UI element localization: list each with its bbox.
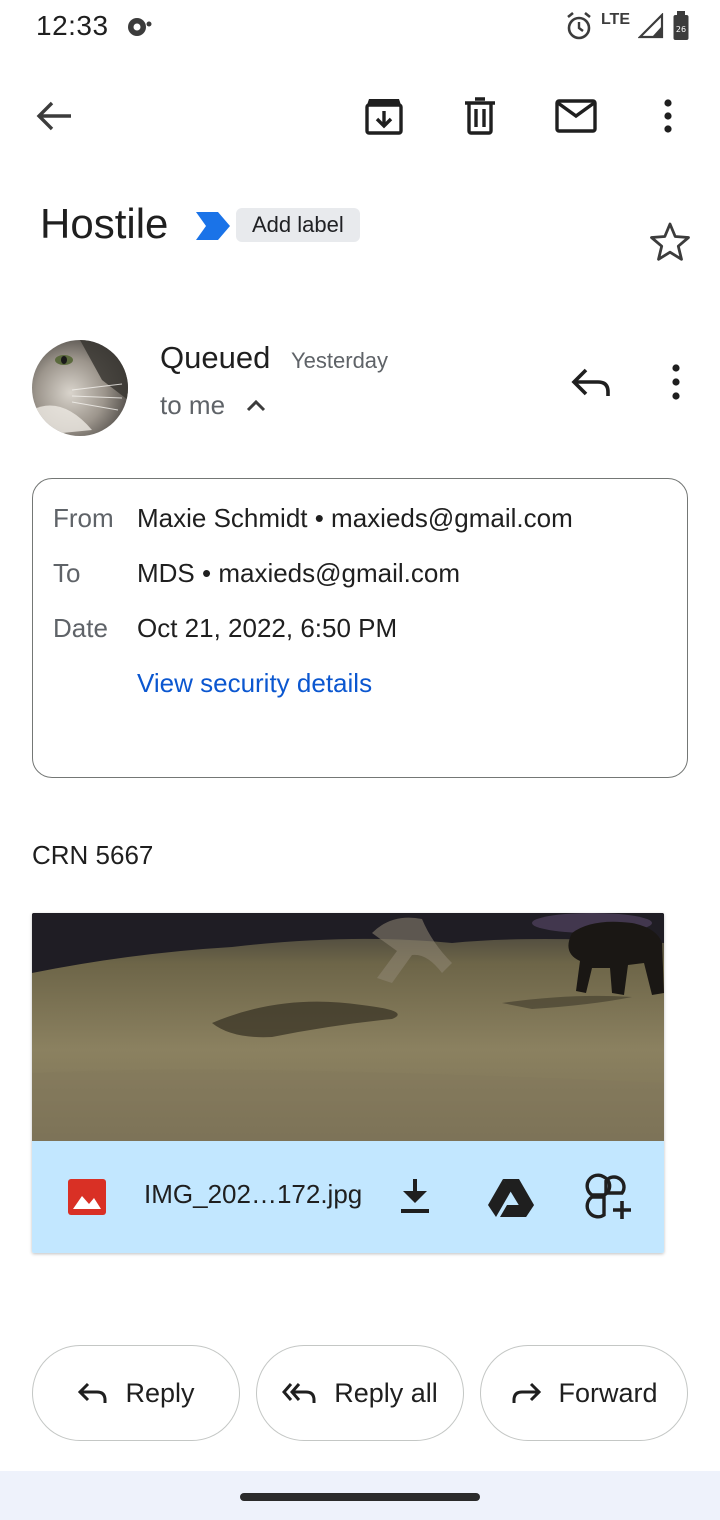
message-time: Yesterday [291, 348, 389, 373]
message-more-icon[interactable] [656, 360, 696, 404]
more-options-button[interactable] [632, 80, 704, 152]
message-body: CRN 5667 [32, 840, 154, 870]
from-value: Maxie Schmidt • maxieds@gmail.com [137, 503, 573, 533]
reply-icon [78, 1382, 107, 1403]
email-subject: Hostile [40, 200, 169, 247]
add-to-photos-icon[interactable] [584, 1173, 632, 1221]
to-value: MDS • maxieds@gmail.com [137, 558, 461, 588]
notification-dot-icon [128, 18, 152, 36]
home-gesture-handle[interactable] [240, 1493, 480, 1501]
view-security-details-link[interactable]: View security details [137, 668, 372, 699]
network-type: LTE [600, 11, 630, 28]
recipient-summary[interactable]: to me [160, 390, 225, 421]
back-arrow-icon [36, 101, 71, 131]
star-icon[interactable] [648, 220, 692, 264]
drive-icon[interactable] [488, 1177, 534, 1217]
avatar[interactable] [32, 340, 128, 436]
delete-button[interactable] [444, 80, 516, 152]
mail-icon [555, 99, 597, 133]
attachment-card[interactable]: IMG_202…172.jpg [32, 913, 664, 1253]
reply-all-label: Reply all [334, 1377, 438, 1408]
download-icon[interactable] [398, 1177, 432, 1215]
date-value: Oct 21, 2022, 6:50 PM [137, 613, 398, 643]
reply-icon[interactable] [568, 360, 616, 404]
forward-icon [512, 1382, 542, 1403]
chevron-up-icon[interactable] [244, 394, 268, 416]
reply-label: Reply [125, 1377, 195, 1408]
battery-icon: 26 [673, 11, 689, 40]
action-buttons: Reply Reply all Forward [32, 1345, 688, 1441]
message-details-card: From Maxie Schmidt • maxieds@gmail.com T… [32, 478, 688, 778]
battery-level: 26 [676, 25, 686, 34]
alarm-icon [567, 11, 591, 40]
mark-unread-button[interactable] [540, 80, 612, 152]
date-label: Date [53, 613, 108, 643]
cat-photo-avatar [32, 340, 128, 436]
top-toolbar [0, 80, 720, 152]
forward-button[interactable]: Forward [480, 1345, 688, 1441]
forward-label: Forward [558, 1377, 658, 1408]
archive-icon [365, 99, 403, 135]
important-marker-icon[interactable] [196, 212, 230, 240]
status-time: 12:33 [36, 10, 109, 41]
status-bar: 12:33 LTE 26 [0, 0, 720, 56]
system-nav-bar [0, 1471, 720, 1520]
attachment-filename: IMG_202…172.jpg [144, 1179, 363, 1209]
reply-button[interactable]: Reply [32, 1345, 240, 1441]
message-header: Queued Yesterday to me [32, 340, 702, 440]
subject-row: Hostile Add label [40, 196, 700, 261]
reply-all-icon [282, 1383, 316, 1403]
to-label: To [53, 558, 81, 588]
add-label-chip[interactable]: Add label [236, 208, 360, 242]
from-label: From [53, 503, 114, 533]
archive-button[interactable] [348, 80, 420, 152]
attachment-preview-image[interactable] [32, 913, 664, 1141]
back-button[interactable] [18, 80, 90, 152]
attachment-bar: IMG_202…172.jpg [32, 1141, 664, 1253]
reply-all-button[interactable]: Reply all [256, 1345, 464, 1441]
delete-icon [465, 97, 495, 135]
image-file-icon [68, 1179, 106, 1215]
sender-name: Queued [160, 340, 271, 375]
more-vert-icon [664, 99, 672, 133]
signal-icon [638, 13, 664, 39]
